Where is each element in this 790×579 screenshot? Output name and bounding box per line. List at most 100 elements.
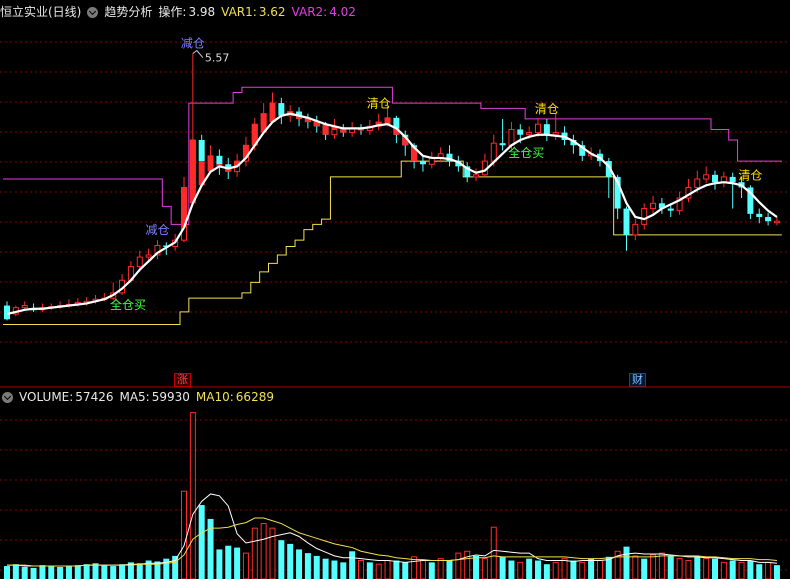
- signal-label: 清仓: [535, 102, 559, 116]
- candle-body: [145, 254, 152, 258]
- volume-bar: [765, 561, 772, 579]
- volume-bar: [393, 560, 400, 579]
- volume-bar: [331, 560, 338, 579]
- volume-bar: [4, 566, 10, 579]
- volume-bar: [375, 563, 382, 579]
- volume-bar: [304, 553, 311, 579]
- volume-bar: [596, 560, 603, 579]
- candle-body: [526, 132, 533, 136]
- candle-body: [765, 216, 772, 222]
- volume-bar: [92, 563, 99, 579]
- trend-ribbon-bar: [189, 140, 196, 204]
- volume-bar: [172, 555, 179, 579]
- volume-bar: [667, 555, 674, 579]
- candle-body: [703, 174, 710, 180]
- volume-bar: [650, 554, 657, 579]
- volume-bar: [358, 560, 364, 579]
- volume-bar: [234, 547, 241, 579]
- volume-bar: [561, 558, 568, 579]
- volume-bar: [340, 562, 347, 579]
- volume-bar: [225, 545, 232, 579]
- candle-body: [694, 178, 701, 188]
- candle-body: [632, 223, 639, 236]
- signal-label: 减仓: [181, 37, 205, 51]
- candle-body: [517, 129, 524, 135]
- signal-label: 全仓买: [508, 145, 544, 160]
- volume-bar: [632, 555, 639, 579]
- volume-bar: [756, 564, 763, 579]
- candle-body: [331, 128, 338, 136]
- volume-bar: [428, 562, 435, 579]
- candle-body: [756, 213, 763, 217]
- volume-bar: [473, 555, 480, 579]
- volume-bar: [517, 561, 524, 579]
- volume-bar: [110, 566, 117, 579]
- signal-label: 清仓: [738, 168, 762, 182]
- volume-bar: [508, 560, 515, 579]
- candle-body: [773, 220, 780, 224]
- candle-body: [198, 140, 205, 162]
- volume-bar: [65, 566, 72, 579]
- peak-label: 5.57: [205, 52, 230, 65]
- volume-bar: [57, 566, 64, 579]
- chart-canvas[interactable]: 全仓买减仓减仓清仓全仓买清仓清仓 5.57: [0, 0, 790, 579]
- volume-bar: [366, 562, 373, 579]
- volume-bar: [313, 555, 320, 579]
- volume-bar: [322, 558, 329, 579]
- volume-bar: [747, 560, 754, 579]
- volume-bar: [499, 556, 506, 579]
- candle-body: [499, 143, 506, 146]
- volume-bar: [216, 549, 223, 579]
- candle-body: [473, 174, 480, 178]
- volume-bar: [720, 561, 727, 579]
- volume-bar: [119, 564, 126, 579]
- volume-bar: [12, 564, 19, 579]
- volume-bar: [773, 565, 780, 579]
- volume-bar: [658, 552, 665, 579]
- candle-body: [712, 174, 718, 183]
- volume-bar: [39, 565, 46, 579]
- volume-bar: [579, 561, 586, 579]
- signal-label: 全仓买: [110, 297, 146, 312]
- volume-bar: [694, 556, 701, 579]
- volume-bar: [198, 505, 205, 579]
- volume-bar: [535, 560, 541, 579]
- volume-bar: [623, 546, 630, 579]
- volume-bar: [349, 551, 356, 579]
- candle-body: [278, 103, 285, 116]
- volume-bar: [101, 565, 108, 579]
- volume-bar: [676, 558, 683, 579]
- volume-bar: [446, 560, 453, 579]
- volume-bar: [402, 562, 409, 579]
- volume-bar: [260, 523, 267, 579]
- signal-label: 减仓: [145, 223, 169, 237]
- candlesticks: [4, 53, 780, 321]
- candle-body: [623, 208, 630, 235]
- candle-body: [490, 142, 497, 162]
- candle-body: [543, 124, 550, 135]
- candle-body: [419, 161, 426, 165]
- volume-bar: [30, 567, 37, 579]
- volume-bar: [543, 564, 550, 579]
- peak-pointer: [192, 49, 204, 58]
- var2-path: [3, 86, 782, 225]
- volume-bar: [490, 526, 497, 579]
- volume-bar: [384, 560, 391, 579]
- candle-body: [667, 208, 674, 211]
- volume-bar: [251, 527, 258, 579]
- volume-bar: [729, 560, 736, 579]
- peak-annotation: 5.57: [192, 49, 230, 65]
- candle-body: [729, 176, 736, 183]
- candle-body: [535, 123, 541, 134]
- volume-bar: [570, 560, 577, 579]
- volume-bar: [278, 540, 285, 579]
- volume-bar: [437, 558, 444, 579]
- volume-bar: [703, 558, 710, 579]
- var2-line: [3, 86, 782, 225]
- candle-body: [552, 132, 559, 136]
- volume-bar: [287, 543, 294, 579]
- candle-body: [136, 256, 143, 268]
- volume-bar: [411, 556, 418, 579]
- volume-bar: [464, 550, 471, 579]
- volume-bar: [641, 558, 648, 579]
